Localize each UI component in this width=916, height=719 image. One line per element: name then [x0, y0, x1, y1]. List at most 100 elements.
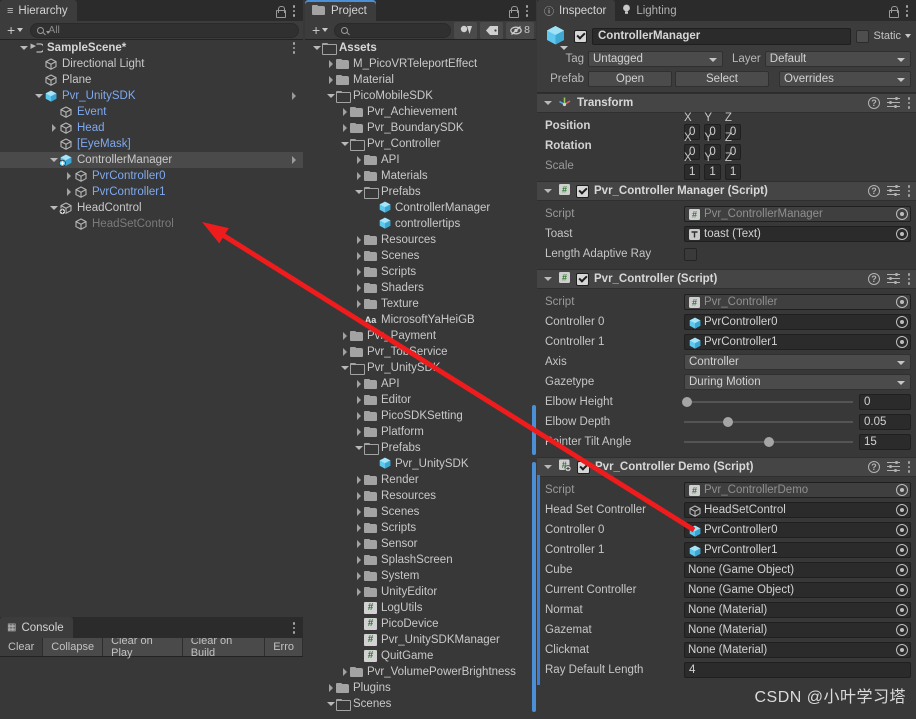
component-menu-icon[interactable] — [907, 184, 911, 198]
object-field[interactable]: None (Material) — [684, 642, 911, 658]
vector-field-z[interactable]: 1 — [724, 164, 742, 180]
project-item-render[interactable]: Render — [305, 472, 536, 488]
twisty-closed-icon[interactable] — [353, 248, 364, 264]
slider-knob[interactable] — [763, 437, 774, 447]
project-item-pvr-unitysdk[interactable]: Pvr_UnitySDK — [305, 456, 536, 472]
chevron-down-icon[interactable] — [905, 34, 911, 38]
project-item-pvr-achievement[interactable]: Pvr_Achievement — [305, 104, 536, 120]
twisty-closed-icon[interactable] — [63, 184, 74, 200]
object-field[interactable]: None (Material) — [684, 622, 911, 638]
create-button[interactable]: + — [4, 22, 26, 38]
twisty-closed-icon[interactable] — [353, 232, 364, 248]
hierarchy-item-headsetcontrol[interactable]: HeadSetControl — [0, 216, 303, 232]
boolean-checkbox[interactable] — [684, 247, 697, 261]
component-enabled-checkbox[interactable] — [576, 184, 589, 198]
object-field[interactable]: toast (Text) — [684, 226, 911, 242]
enum-dropdown[interactable]: During Motion — [684, 374, 911, 390]
chevron-right-icon[interactable] — [292, 156, 296, 164]
project-create-button[interactable]: + — [309, 22, 331, 38]
project-item-api[interactable]: API — [305, 152, 536, 168]
twisty-open-icon[interactable] — [33, 88, 44, 104]
project-item-scenes[interactable]: Scenes — [305, 696, 536, 712]
twisty-closed-icon[interactable] — [353, 552, 364, 568]
project-item-splashscreen[interactable]: SplashScreen — [305, 552, 536, 568]
twisty-closed-icon[interactable] — [353, 424, 364, 440]
console-button-collapse[interactable]: Collapse — [43, 638, 104, 656]
twisty-closed-icon[interactable] — [339, 104, 350, 120]
object-enabled-checkbox[interactable] — [574, 29, 587, 43]
twisty-closed-icon[interactable] — [353, 472, 364, 488]
project-item-prefabs[interactable]: Prefabs — [305, 440, 536, 456]
help-icon[interactable]: ? — [868, 185, 880, 197]
object-picker-icon[interactable] — [896, 584, 908, 596]
object-field[interactable]: PvrController1 — [684, 542, 911, 558]
object-field[interactable]: None (Material) — [684, 602, 911, 618]
twisty-closed-icon[interactable] — [353, 168, 364, 184]
help-icon[interactable]: ? — [868, 461, 880, 473]
hierarchy-menu-icon[interactable] — [292, 4, 296, 18]
visibility-icon[interactable]: 8 — [506, 21, 534, 39]
twisty-open-icon[interactable] — [48, 200, 59, 216]
component-header-pvr-controller-script[interactable]: # Pvr_Controller (Script)? — [537, 269, 916, 289]
console-button-clear[interactable]: Clear — [0, 638, 44, 656]
project-item-unityeditor[interactable]: UnityEditor — [305, 584, 536, 600]
lock-icon[interactable] — [888, 5, 899, 18]
twisty-open-icon[interactable] — [325, 696, 336, 712]
enum-dropdown[interactable]: Controller — [684, 354, 911, 370]
twisty-open-icon[interactable] — [353, 184, 364, 200]
object-picker-icon[interactable] — [896, 504, 908, 516]
twisty-open-icon[interactable] — [48, 152, 59, 168]
project-item-pvr-controller[interactable]: Pvr_Controller — [305, 136, 536, 152]
twisty-closed-icon[interactable] — [339, 664, 350, 680]
project-item-controllermanager[interactable]: ControllerManager — [305, 200, 536, 216]
chevron-right-icon[interactable] — [292, 92, 296, 100]
project-item-logutils[interactable]: # LogUtils — [305, 600, 536, 616]
project-item-resources[interactable]: Resources — [305, 232, 536, 248]
project-item-scripts[interactable]: Scripts — [305, 264, 536, 280]
twisty-open-icon[interactable] — [325, 88, 336, 104]
prefab-select-button[interactable]: Select — [675, 70, 769, 87]
hierarchy-item-pvr-unitysdk[interactable]: Pvr_UnitySDK — [0, 88, 303, 104]
object-picker-icon[interactable] — [896, 644, 908, 656]
object-picker-icon[interactable] — [896, 484, 908, 496]
component-enabled-checkbox[interactable] — [576, 272, 589, 286]
hierarchy-item-headcontrol[interactable]: HeadControl — [0, 200, 303, 216]
twisty-closed-icon[interactable] — [353, 584, 364, 600]
project-item-editor[interactable]: Editor — [305, 392, 536, 408]
object-picker-icon[interactable] — [896, 544, 908, 556]
twisty-open-icon[interactable] — [311, 40, 322, 56]
project-item-prefabs[interactable]: Prefabs — [305, 184, 536, 200]
hierarchy-item-eyemask[interactable]: [EyeMask] — [0, 136, 303, 152]
tab-project[interactable]: Project — [305, 0, 376, 21]
object-field[interactable]: # Pvr_Controller — [684, 294, 911, 310]
component-menu-icon[interactable] — [907, 272, 911, 286]
scene-menu-icon[interactable] — [292, 41, 296, 55]
help-icon[interactable]: ? — [868, 273, 880, 285]
project-item-assets[interactable]: Assets — [305, 40, 536, 56]
prefab-overrides-dropdown[interactable]: Overrides — [779, 70, 911, 87]
object-picker-icon[interactable] — [896, 604, 908, 616]
project-item-microsoftyaheigb[interactable]: Aa MicrosoftYaHeiGB — [305, 312, 536, 328]
project-item-pvr-payment[interactable]: Pvr_Payment — [305, 328, 536, 344]
project-item-picomobilesdk[interactable]: PicoMobileSDK — [305, 88, 536, 104]
object-name-field[interactable]: ControllerManager — [592, 27, 852, 45]
slider-number-field[interactable]: 0 — [859, 394, 911, 410]
project-item-api[interactable]: API — [305, 376, 536, 392]
save-filter-icon[interactable] — [454, 21, 477, 39]
project-item-material[interactable]: Material — [305, 72, 536, 88]
object-picker-icon[interactable] — [896, 624, 908, 636]
project-scrollbar[interactable] — [532, 405, 536, 455]
project-search-input[interactable] — [334, 22, 451, 38]
hierarchy-search-input[interactable]: All — [30, 22, 299, 38]
slider-track[interactable] — [684, 437, 853, 447]
project-item-sensor[interactable]: Sensor — [305, 536, 536, 552]
console-log-area[interactable] — [0, 657, 303, 719]
preset-icon[interactable] — [887, 185, 900, 197]
project-item-pvr-volumepowerbrightness[interactable]: Pvr_VolumePowerBrightness — [305, 664, 536, 680]
project-item-quitgame[interactable]: # QuitGame — [305, 648, 536, 664]
component-enabled-checkbox[interactable] — [577, 460, 590, 474]
twisty-closed-icon[interactable] — [48, 120, 59, 136]
project-item-picosdksetting[interactable]: PicoSDKSetting — [305, 408, 536, 424]
twisty-open-icon[interactable] — [353, 440, 364, 456]
object-picker-icon[interactable] — [896, 564, 908, 576]
